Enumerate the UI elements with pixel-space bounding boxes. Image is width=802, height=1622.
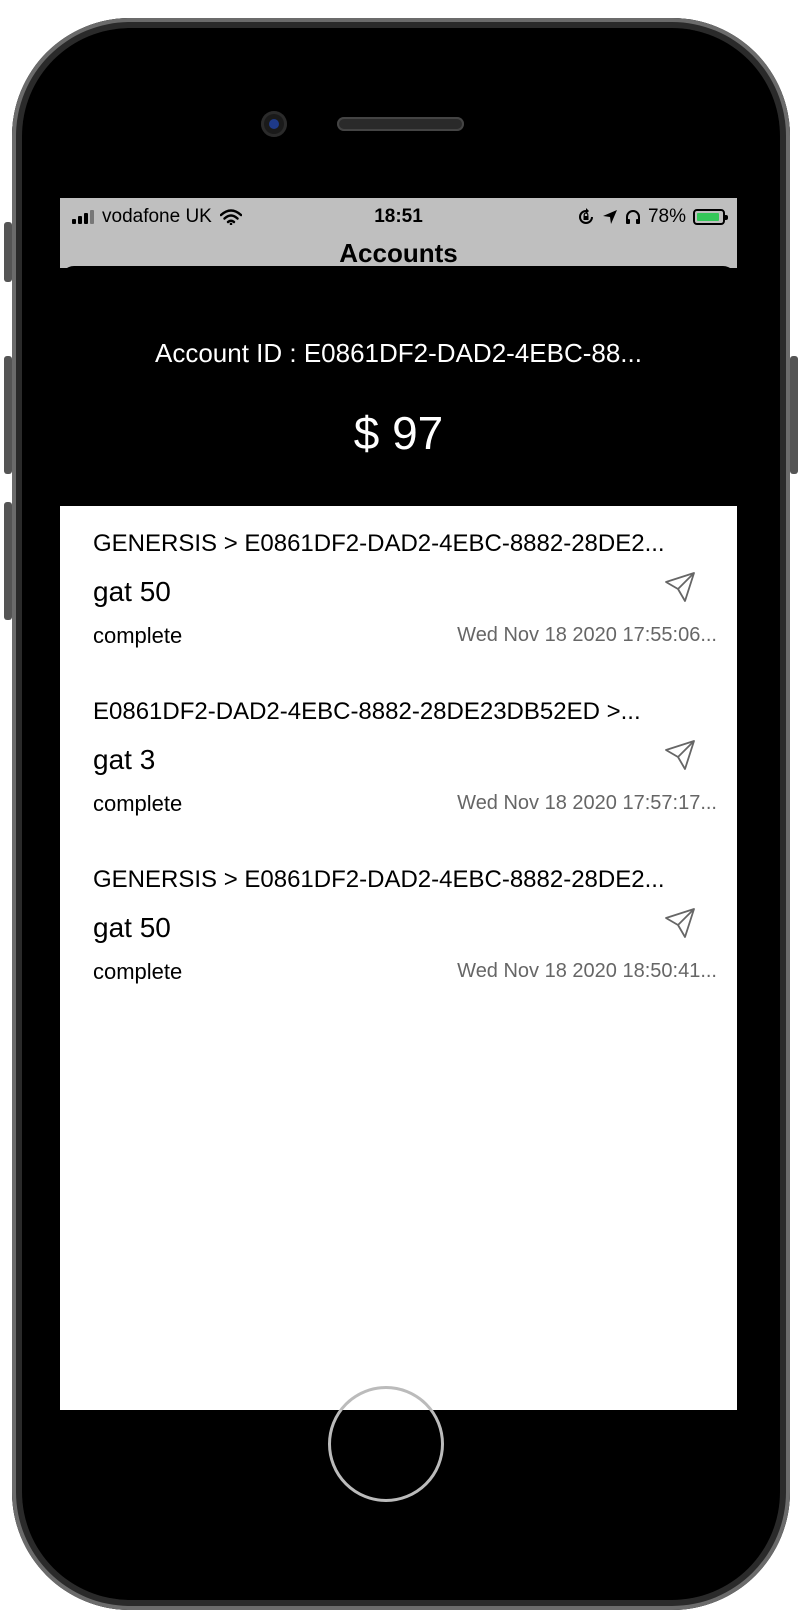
transaction-date: Wed Nov 18 2020 18:50:41... <box>457 960 717 982</box>
transaction-row[interactable]: GENERSIS > E0861DF2-DAD2-4EBC-8882-28DE2… <box>60 506 737 674</box>
status-right: 78% <box>577 206 728 228</box>
send-arrow-icon <box>665 572 695 602</box>
transaction-route: E0861DF2-DAD2-4EBC-8882-28DE23DB52ED >..… <box>93 698 641 725</box>
front-camera <box>261 111 287 137</box>
transaction-status: complete <box>93 959 183 984</box>
transaction-name: gat 50 <box>93 912 171 943</box>
transaction-date: Wed Nov 18 2020 17:57:17... <box>457 792 717 814</box>
account-id-label: Account ID : E0861DF2-DAD2-4EBC-88... <box>155 338 642 368</box>
account-detail-sheet: Account ID : E0861DF2-DAD2-4EBC-88... $ … <box>60 266 737 1410</box>
location-arrow-icon <box>602 210 617 224</box>
transaction-row[interactable]: E0861DF2-DAD2-4EBC-8882-28DE23DB52ED >..… <box>60 674 737 842</box>
transaction-date: Wed Nov 18 2020 17:55:06... <box>457 624 717 646</box>
battery-percent: 78% <box>647 206 686 227</box>
volume-up-button <box>4 356 12 474</box>
transaction-name: gat 50 <box>93 576 171 607</box>
orientation-lock-icon <box>579 208 593 224</box>
status-bar: vodafone UK 18:51 78% Accounts <box>60 198 737 268</box>
battery-fill <box>697 213 719 221</box>
transaction-route: GENERSIS > E0861DF2-DAD2-4EBC-8882-28DE2… <box>93 866 665 893</box>
earpiece-speaker <box>337 117 464 131</box>
mute-switch <box>4 222 12 282</box>
account-balance: $ 97 <box>353 407 444 459</box>
home-button[interactable] <box>328 1386 444 1502</box>
transaction-status: complete <box>93 623 183 648</box>
transaction-row[interactable]: GENERSIS > E0861DF2-DAD2-4EBC-8882-28DE2… <box>60 842 737 1010</box>
battery-charging-icon <box>693 209 728 225</box>
transaction-list: GENERSIS > E0861DF2-DAD2-4EBC-8882-28DE2… <box>60 506 737 1410</box>
transaction-name: gat 3 <box>93 744 156 775</box>
send-arrow-icon <box>665 740 695 770</box>
screen: vodafone UK 18:51 78% Accounts Account I… <box>60 198 737 1410</box>
transaction-status: complete <box>93 791 183 816</box>
transaction-route: GENERSIS > E0861DF2-DAD2-4EBC-8882-28DE2… <box>93 530 665 557</box>
volume-down-button <box>4 502 12 620</box>
nav-title-peek: Accounts <box>339 238 458 268</box>
power-button <box>790 356 798 474</box>
headphones-icon <box>625 210 640 224</box>
send-arrow-icon <box>665 908 695 938</box>
